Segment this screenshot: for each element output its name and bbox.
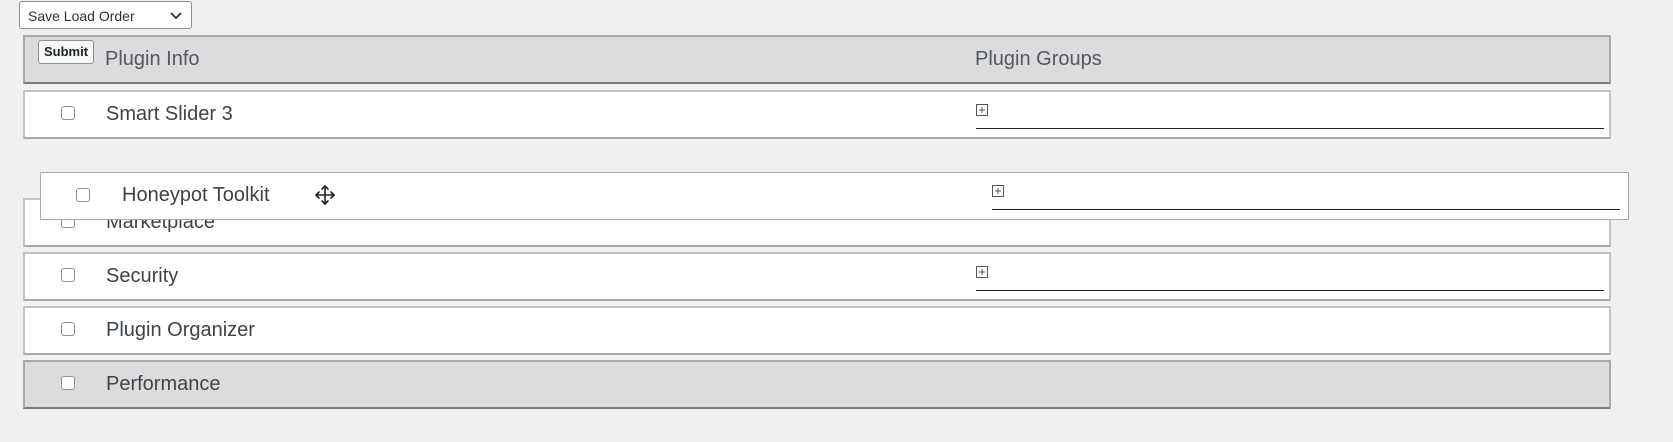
- table-header: Submit Plugin Info Plugin Groups: [23, 35, 1611, 84]
- row-checkbox[interactable]: [61, 322, 75, 336]
- load-order-select[interactable]: Save Load Order: [19, 1, 192, 29]
- plus-square-icon[interactable]: [976, 104, 988, 116]
- submit-button[interactable]: Submit: [38, 40, 95, 64]
- table-row[interactable]: Security: [23, 252, 1611, 301]
- plugin-name: Smart Slider 3: [106, 103, 233, 125]
- table-row[interactable]: Smart Slider 3: [23, 90, 1611, 139]
- plugin-name: Performance: [106, 373, 221, 395]
- plugin-group-field[interactable]: [976, 104, 1604, 129]
- row-checkbox[interactable]: [61, 106, 75, 120]
- row-checkbox[interactable]: [61, 268, 75, 282]
- row-checkbox[interactable]: [76, 188, 90, 202]
- chevron-down-icon: [170, 12, 182, 20]
- plugin-group-field[interactable]: [976, 266, 1604, 291]
- plus-square-icon[interactable]: [992, 185, 1004, 197]
- load-order-select-value: Save Load Order: [28, 8, 135, 24]
- move-icon[interactable]: [313, 183, 337, 207]
- plugin-name: Honeypot Toolkit: [122, 184, 270, 206]
- plugin-name: Security: [106, 265, 179, 287]
- table-row[interactable]: Performance: [23, 360, 1611, 409]
- plugin-info-header: Plugin Info: [105, 48, 200, 70]
- plugin-groups-header: Plugin Groups: [975, 48, 1102, 70]
- row-checkbox[interactable]: [61, 376, 75, 390]
- table-row[interactable]: Plugin Organizer: [23, 306, 1611, 355]
- dragging-row[interactable]: Honeypot Toolkit: [40, 172, 1629, 220]
- plus-square-icon[interactable]: [976, 266, 988, 278]
- plugin-group-field[interactable]: [992, 185, 1620, 210]
- plugin-name: Plugin Organizer: [106, 319, 255, 341]
